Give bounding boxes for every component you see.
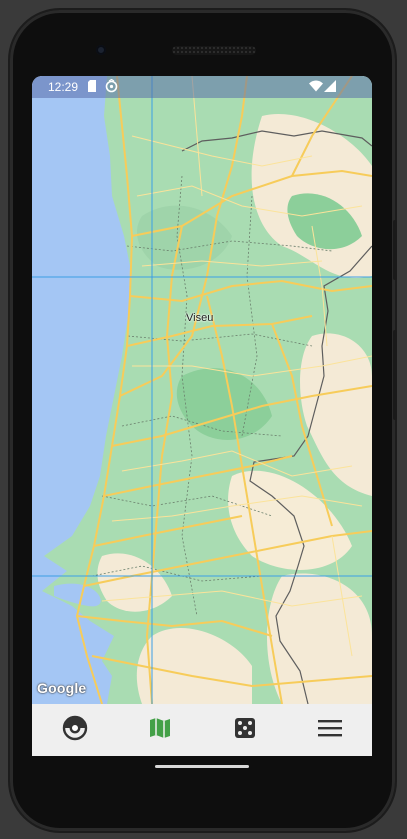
city-label-viseu: Viseu	[186, 312, 214, 324]
cellular-signal-icon	[324, 80, 336, 95]
status-time: 12:29	[48, 80, 79, 94]
menu-icon	[317, 719, 342, 742]
status-bar: 12:29	[32, 76, 372, 98]
bottom-navigation	[32, 704, 372, 756]
app-notification-icon	[105, 78, 118, 96]
power-button	[393, 220, 397, 280]
nav-item-menu[interactable]	[287, 704, 372, 756]
front-camera	[96, 45, 106, 55]
volume-button	[393, 330, 397, 420]
nav-item-dice[interactable]	[202, 704, 287, 756]
sim-card-icon	[87, 79, 97, 96]
nav-item-pokeball[interactable]	[32, 704, 117, 756]
google-logo: Google	[37, 680, 87, 696]
dice-icon	[234, 717, 256, 744]
pokeball-icon	[62, 715, 88, 746]
screen: Viseu Google 12:29	[32, 76, 372, 756]
nav-item-map[interactable]	[117, 704, 202, 756]
home-indicator[interactable]	[155, 765, 249, 768]
map-icon	[148, 716, 172, 745]
earpiece-speaker	[172, 46, 256, 55]
wifi-icon	[309, 80, 323, 95]
map-view[interactable]	[32, 76, 372, 704]
